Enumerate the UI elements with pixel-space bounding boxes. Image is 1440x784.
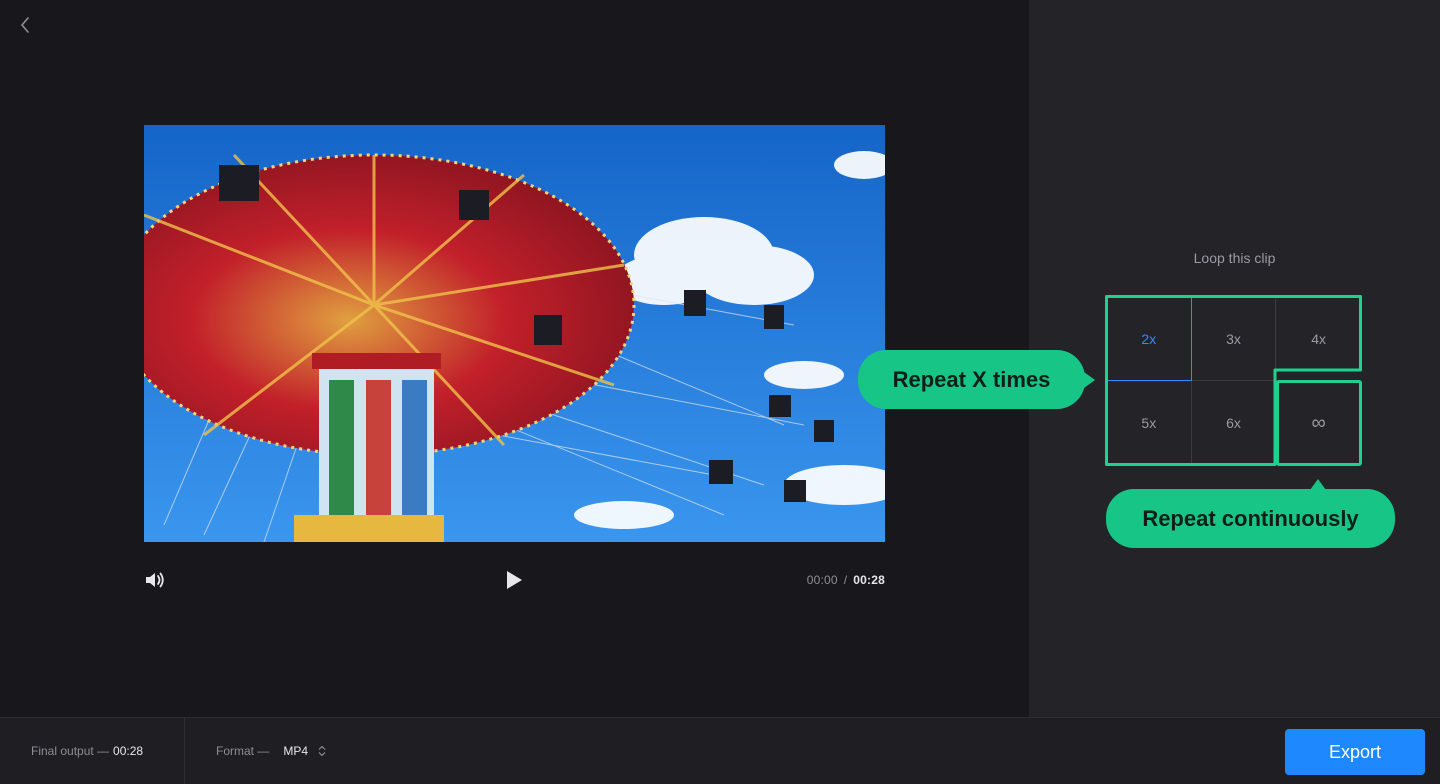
video-loop-editor: 00:00 / 00:28 Loop this clip 2x 3x 4x 5x 6… xyxy=(0,0,1440,784)
time-separator: / xyxy=(843,573,848,587)
bottom-bar: Final output — 00:28 Format — MP4 Export xyxy=(0,717,1440,784)
volume-button[interactable] xyxy=(144,570,166,590)
panel-title: Loop this clip xyxy=(1193,250,1276,266)
playback-controls: 00:00 / 00:28 xyxy=(144,562,885,598)
loop-options-grid: 2x 3x 4x 5x 6x ∞ xyxy=(1107,297,1361,465)
play-button[interactable] xyxy=(502,568,526,592)
loop-option-5x[interactable]: 5x xyxy=(1107,381,1192,465)
callout-repeat-continuous: Repeat continuously xyxy=(1106,479,1395,548)
video-preview[interactable] xyxy=(144,125,885,542)
loop-option-infinite[interactable]: ∞ xyxy=(1276,381,1361,465)
loop-option-4x[interactable]: 4x xyxy=(1276,297,1361,381)
volume-icon xyxy=(146,572,164,588)
loop-option-6x[interactable]: 6x xyxy=(1191,381,1277,465)
final-output-label: Final output — xyxy=(31,744,110,758)
export-button[interactable]: Export xyxy=(1285,729,1425,775)
format-selector[interactable]: Format — MP4 xyxy=(216,718,326,784)
format-value: MP4 xyxy=(283,744,309,758)
chevron-left-icon xyxy=(20,17,29,33)
current-time: 00:00 xyxy=(806,573,838,587)
final-output: Final output — 00:28 xyxy=(0,718,185,784)
total-time: 00:28 xyxy=(853,573,885,587)
loop-option-2x[interactable]: 2x xyxy=(1107,297,1192,381)
preview-image xyxy=(144,125,885,542)
updown-chevron-icon xyxy=(318,746,326,756)
loop-option-3x[interactable]: 3x xyxy=(1191,297,1277,381)
loop-panel: Loop this clip 2x 3x 4x 5x 6x ∞ xyxy=(1029,0,1440,717)
callout-repeat-times: Repeat X times xyxy=(858,350,1095,409)
format-label: Format — xyxy=(216,744,270,758)
back-button[interactable] xyxy=(12,12,38,38)
timecode: 00:00 / 00:28 xyxy=(807,573,885,587)
final-output-value: 00:28 xyxy=(113,744,144,758)
play-icon xyxy=(507,571,522,589)
